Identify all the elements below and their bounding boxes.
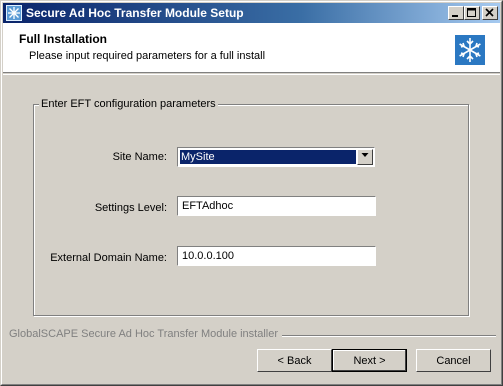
site-name-label: Site Name:: [112, 151, 167, 163]
wizard-header: Full Installation Please input required …: [3, 23, 500, 73]
cancel-button[interactable]: Cancel: [416, 349, 491, 372]
back-button[interactable]: < Back: [257, 349, 332, 372]
external-domain-input[interactable]: [177, 246, 376, 266]
title-bar[interactable]: Secure Ad Hoc Transfer Module Setup: [3, 3, 500, 23]
installer-branding-label: GlobalSCAPE Secure Ad Hoc Transfer Modul…: [9, 328, 283, 340]
window-title: Secure Ad Hoc Transfer Module Setup: [26, 6, 244, 20]
settings-level-label: Settings Level:: [94, 202, 167, 214]
settings-level-input[interactable]: [177, 196, 376, 216]
header-divider: [3, 74, 500, 75]
maximize-icon[interactable]: [464, 6, 480, 20]
setup-app-icon[interactable]: [6, 5, 22, 21]
page-subtitle: Please input required parameters for a f…: [29, 50, 266, 62]
setup-window: Secure Ad Hoc Transfer Module Setup Full…: [0, 0, 503, 386]
snowflake-logo-icon: [455, 35, 485, 65]
site-name-selected-value: MySite: [180, 150, 356, 164]
site-name-dropdown[interactable]: MySite: [177, 147, 375, 167]
group-legend: Enter EFT configuration parameters: [39, 98, 218, 110]
next-button[interactable]: Next >: [332, 349, 407, 372]
close-icon[interactable]: [482, 6, 498, 20]
external-domain-label: External Domain Name:: [50, 252, 167, 264]
dropdown-arrow-icon[interactable]: [357, 149, 373, 165]
page-title: Full Installation: [19, 32, 108, 46]
minimize-icon[interactable]: [448, 6, 464, 20]
